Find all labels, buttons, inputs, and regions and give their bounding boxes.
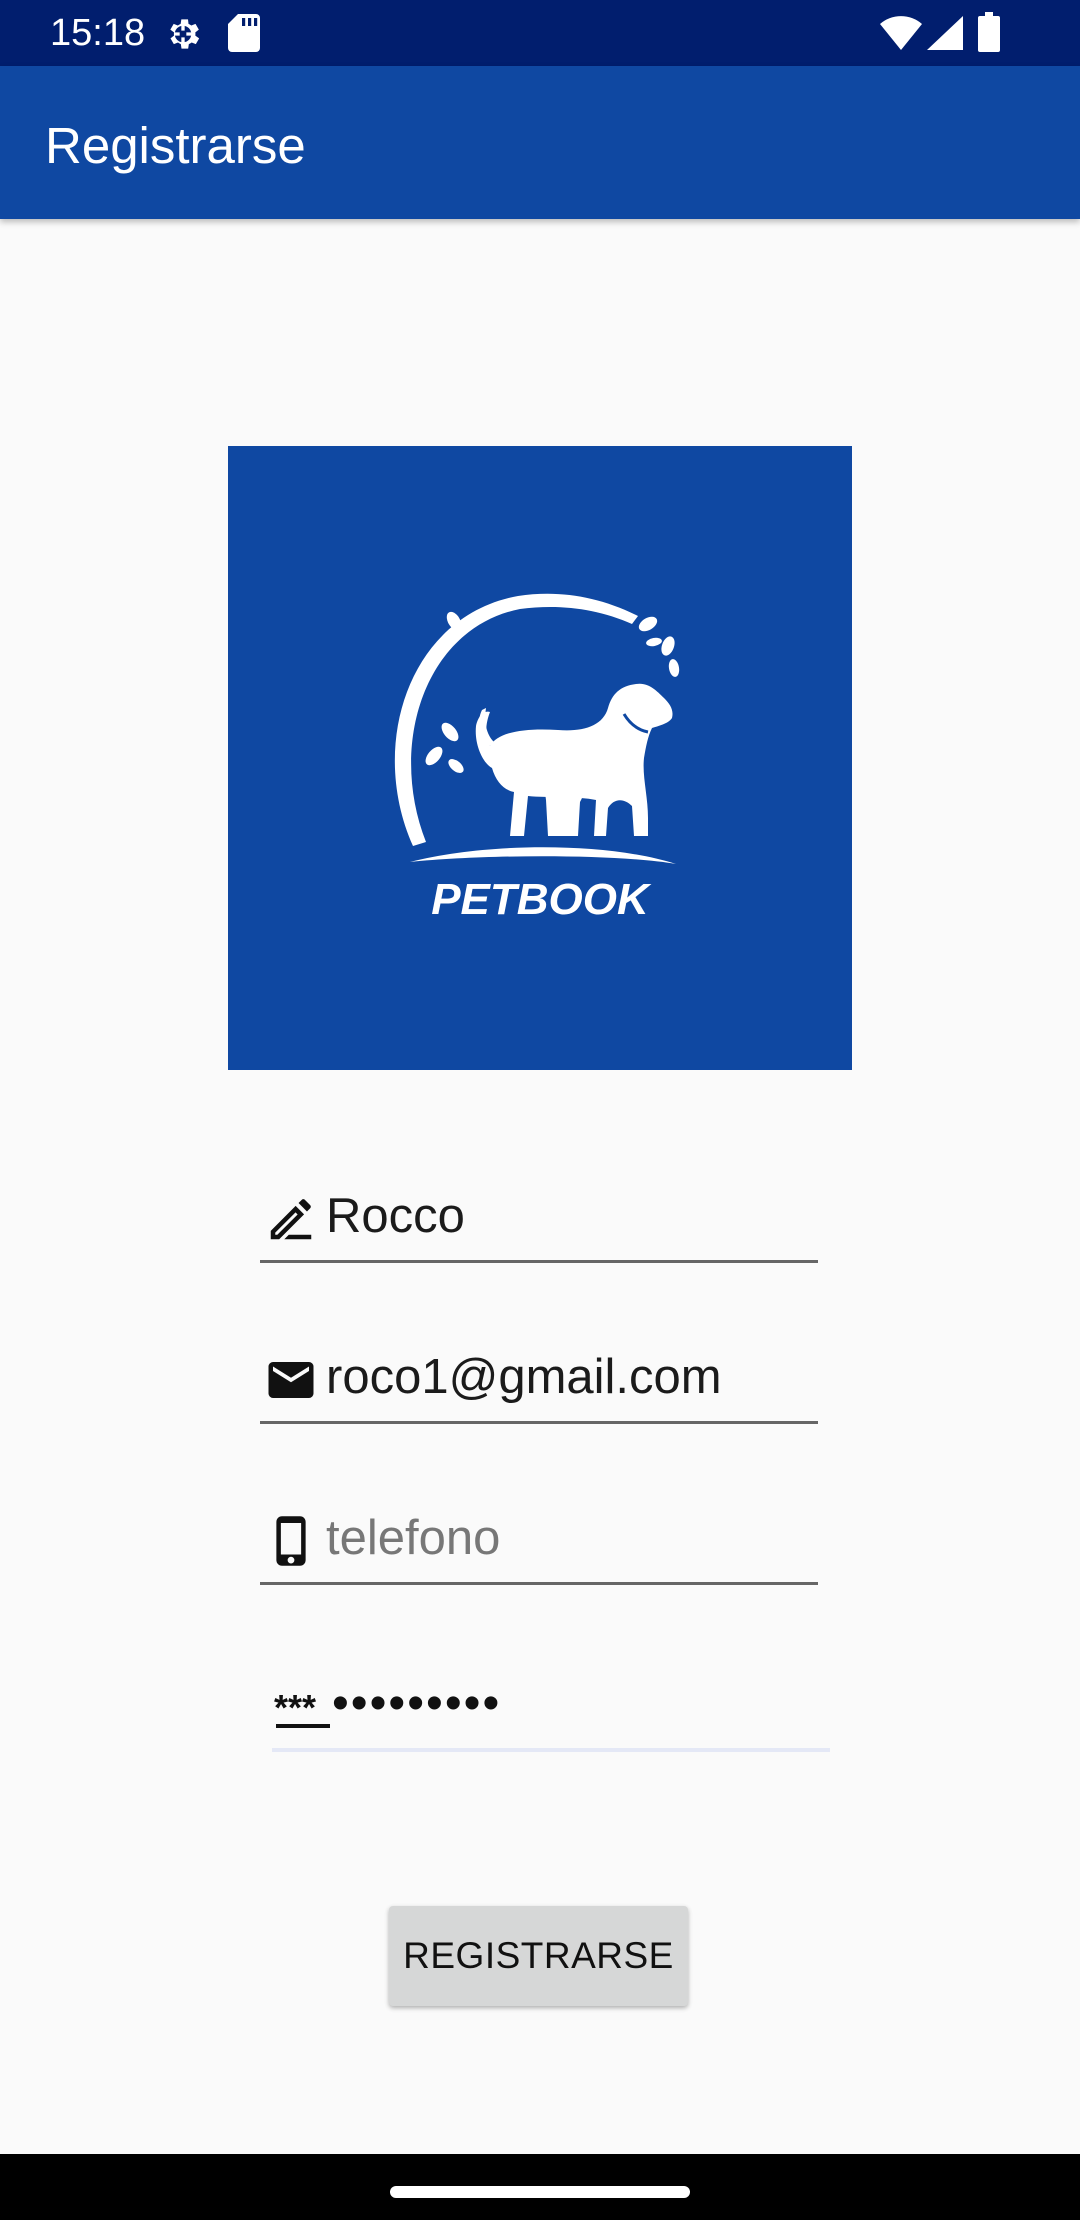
status-time: 15:18 bbox=[50, 12, 146, 54]
svg-text:***: *** bbox=[274, 1687, 316, 1728]
wifi-icon bbox=[880, 16, 922, 50]
password-icon: *** bbox=[274, 1687, 330, 1728]
edit-pencil-icon bbox=[270, 1199, 312, 1240]
status-bar: 15:18 bbox=[0, 0, 1080, 66]
logo-text: PETBOOK bbox=[431, 875, 652, 924]
name-field[interactable]: Rocco bbox=[260, 1180, 818, 1263]
name-value[interactable]: Rocco bbox=[326, 1186, 465, 1246]
page-title: Registrarse bbox=[45, 117, 306, 174]
settings-icon bbox=[170, 19, 200, 49]
home-gesture-handle[interactable] bbox=[390, 2186, 690, 2198]
signal-icon bbox=[927, 16, 963, 50]
password-field[interactable]: *** ••••••••• bbox=[272, 1672, 830, 1752]
phone-field[interactable]: telefono bbox=[260, 1502, 818, 1585]
email-value[interactable]: roco1@gmail.com bbox=[326, 1347, 722, 1407]
email-field[interactable]: roco1@gmail.com bbox=[260, 1341, 818, 1424]
mail-icon bbox=[268, 1362, 314, 1398]
app-bar: Registrarse bbox=[0, 66, 1080, 219]
battery-icon bbox=[978, 12, 1000, 52]
register-button[interactable]: REGISTRARSE bbox=[389, 1906, 688, 2006]
password-value[interactable]: ••••••••• bbox=[332, 1674, 501, 1734]
smartphone-icon bbox=[276, 1516, 306, 1566]
sd-card-icon bbox=[228, 14, 260, 52]
dog-cat-logo-icon: PETBOOK bbox=[394, 593, 680, 924]
petbook-logo: PETBOOK bbox=[228, 446, 852, 1070]
phone-placeholder[interactable]: telefono bbox=[326, 1508, 500, 1568]
